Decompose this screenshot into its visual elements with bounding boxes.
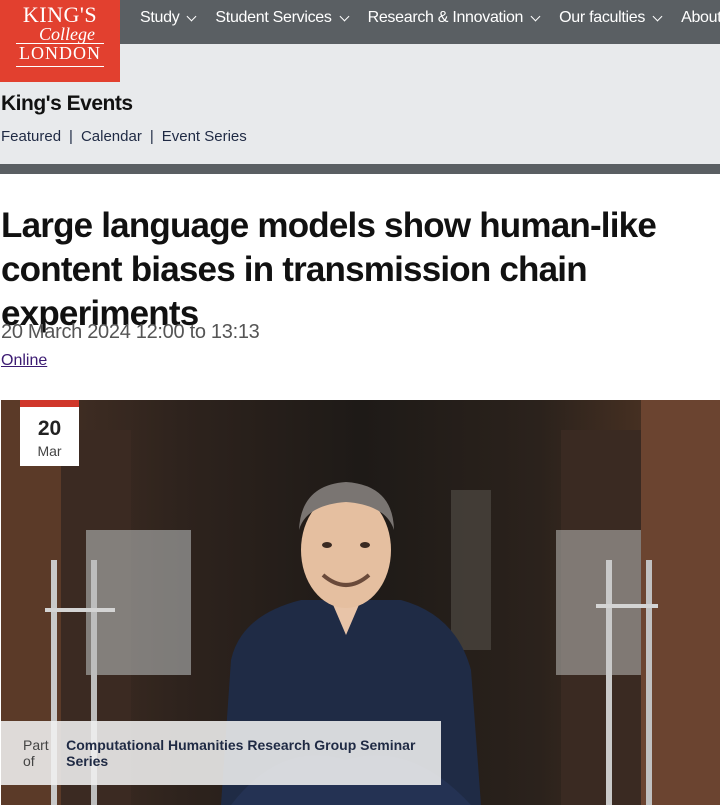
event-date-badge: 20 Mar <box>20 400 79 466</box>
subnav-separator: | <box>69 128 73 145</box>
nav-research-label: Research & Innovation <box>367 9 524 26</box>
nav-study[interactable]: Study <box>140 9 197 27</box>
chevron-down-icon <box>339 11 350 21</box>
nav-research-innovation[interactable]: Research & Innovation <box>367 9 541 27</box>
nav-student-services-label: Student Services <box>215 9 332 26</box>
chevron-down-icon <box>530 11 541 21</box>
section-title[interactable]: King's Events <box>1 92 133 116</box>
badge-day: 20 <box>37 417 62 440</box>
subnav-separator: | <box>149 128 154 145</box>
chevron-down-icon <box>652 11 663 21</box>
events-subnav: Featured | Calendar | Event Series <box>1 128 247 145</box>
event-title: Large language models show human-like co… <box>1 206 657 333</box>
nav-student-services[interactable]: Student Services <box>215 9 350 27</box>
logo-line-3: LONDON <box>19 43 101 63</box>
event-hero-image: 20 Mar Part of Computational Humanities … <box>1 400 720 805</box>
chevron-down-icon <box>186 11 197 21</box>
divider-bar <box>0 164 720 174</box>
badge-month: Mar <box>37 443 62 459</box>
subnav-featured[interactable]: Featured <box>1 128 61 145</box>
series-prefix: Part of <box>23 737 49 769</box>
series-info-box: Part of Computational Humanities Researc… <box>1 721 441 785</box>
event-location-link[interactable]: Online <box>1 352 47 370</box>
series-link[interactable]: Computational Humanities Research Group … <box>66 737 441 769</box>
logo-line-2: College <box>39 24 95 44</box>
nav-study-label: Study <box>140 9 180 26</box>
nav-faculties-label: Our faculties <box>559 9 646 26</box>
nav-our-faculties[interactable]: Our faculties <box>559 9 663 27</box>
kings-college-london-logo[interactable]: KING'S College LONDON <box>0 0 120 82</box>
event-datetime: 20 March 2024 12:00 to 13:13 <box>1 321 260 343</box>
logo-rule <box>16 66 104 67</box>
nav-about-label: About <box>681 9 720 26</box>
nav-about[interactable]: About <box>681 9 720 27</box>
subnav-calendar[interactable]: Calendar <box>81 128 142 145</box>
main-nav: Study Student Services Research & Innova… <box>140 0 720 36</box>
subnav-event-series[interactable]: Event Series <box>162 128 247 145</box>
